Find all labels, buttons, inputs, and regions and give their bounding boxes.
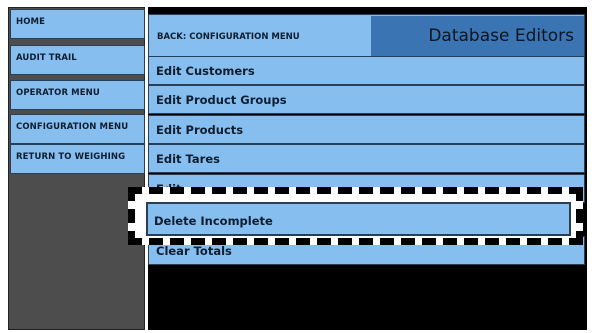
- menu-item-edit-products[interactable]: Edit Products: [148, 115, 585, 144]
- menu-item-delete-incomplete[interactable]: Delete Incomplete: [146, 202, 571, 236]
- sidebar-item-operator-menu[interactable]: OPERATOR MENU: [10, 80, 145, 110]
- sidebar-item-audit-trail[interactable]: AUDIT TRAIL: [10, 45, 145, 75]
- menu-item-edit-customers[interactable]: Edit Customers: [148, 56, 585, 85]
- main-panel: BACK: CONFIGURATION MENU Database Editor…: [148, 7, 587, 330]
- sidebar: HOME AUDIT TRAIL OPERATOR MENU CONFIGURA…: [8, 7, 145, 330]
- menu-item-edit-tares[interactable]: Edit Tares: [148, 144, 585, 173]
- header-bar: BACK: CONFIGURATION MENU Database Editor…: [148, 14, 585, 59]
- sidebar-item-label: CONFIGURATION MENU: [16, 122, 129, 132]
- back-button[interactable]: BACK: CONFIGURATION MENU: [150, 16, 371, 57]
- sidebar-item-return-to-weighing[interactable]: RETURN TO WEIGHING: [10, 144, 145, 174]
- menu-item-label: Edit Tares: [156, 152, 220, 166]
- menu-item-label: Edit Products: [156, 123, 244, 137]
- page-title: Database Editors: [371, 16, 584, 57]
- sidebar-item-label: HOME: [16, 17, 46, 27]
- menu-item-label: Delete Incomplete: [154, 214, 273, 228]
- sidebar-item-label: RETURN TO WEIGHING: [16, 152, 126, 162]
- menu-item-edit-product-groups[interactable]: Edit Product Groups: [148, 85, 585, 114]
- menu-item-label: Edit Customers: [156, 64, 255, 78]
- sidebar-item-configuration-menu[interactable]: CONFIGURATION MENU: [10, 114, 145, 144]
- screen: HOME AUDIT TRAIL OPERATOR MENU CONFIGURA…: [0, 0, 592, 333]
- sidebar-item-home[interactable]: HOME: [10, 9, 145, 39]
- sidebar-item-label: AUDIT TRAIL: [16, 53, 77, 63]
- menu-item-label: Edit Product Groups: [156, 93, 287, 107]
- menu-item-label: Clear Totals: [156, 244, 232, 258]
- sidebar-item-label: OPERATOR MENU: [16, 88, 100, 98]
